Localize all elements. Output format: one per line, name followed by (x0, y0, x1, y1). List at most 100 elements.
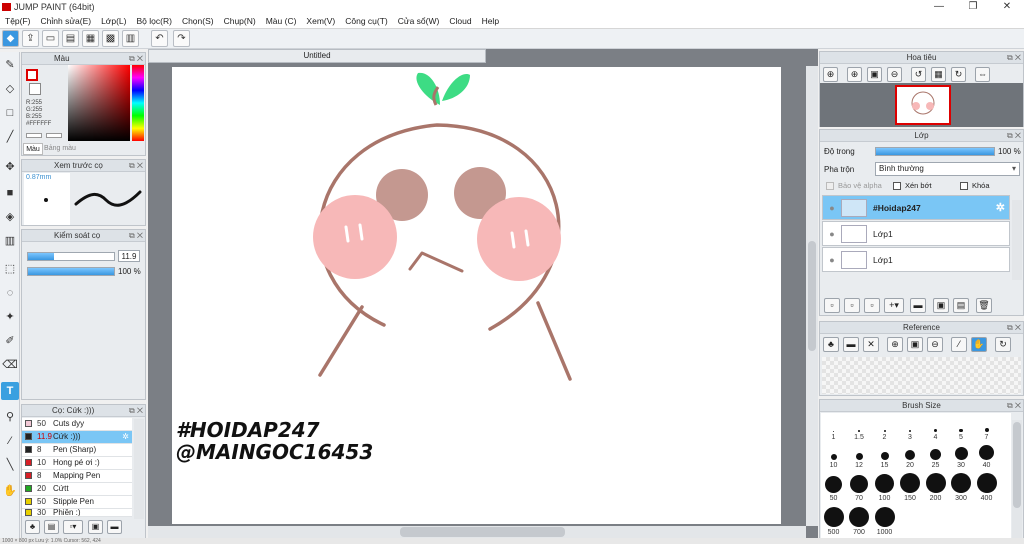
folder-icon[interactable]: ▬ (107, 520, 122, 534)
hand-icon[interactable]: ✋ (971, 337, 987, 352)
flip-icon[interactable]: ⇔ (975, 67, 990, 82)
rotate-right-icon[interactable]: ↻ (951, 67, 966, 82)
bucket-tool-icon[interactable]: ◈ (1, 208, 19, 226)
brush-size-option[interactable]: 4 (923, 414, 948, 441)
layer-folder-icon[interactable]: ▬ (910, 298, 926, 313)
document-tab[interactable]: Untitled (148, 49, 486, 63)
brush-size-option[interactable]: 100 (872, 473, 897, 502)
blend-mode-select[interactable]: Bình thường ▾ (875, 162, 1020, 176)
add-layer-menu-icon[interactable]: +▾ (884, 298, 904, 313)
navigator-viewport[interactable] (895, 85, 951, 125)
brush-size-option[interactable]: 10 (821, 440, 846, 469)
brush-size-option[interactable]: 5 (949, 414, 974, 441)
magic-wand-icon[interactable]: ✦ (1, 308, 19, 326)
text-tool-icon[interactable]: T (1, 382, 19, 400)
zoom-in-icon[interactable]: ⊕ (847, 67, 862, 82)
menu-capture[interactable]: Chụp(N) (219, 14, 261, 28)
brush-size-option[interactable]: 7 (974, 414, 999, 441)
list-item[interactable]: 30 Phiền :) (22, 509, 132, 517)
vertical-scroll-thumb[interactable] (808, 241, 816, 351)
fill-rect-tool-icon[interactable]: ■ (1, 184, 19, 202)
brush-size-option[interactable]: 70 (847, 473, 872, 502)
menu-color[interactable]: Màu (C) (261, 14, 302, 28)
color-mode-button[interactable] (46, 133, 62, 138)
zoom-out-icon[interactable]: ⊖ (927, 337, 943, 352)
panel-options-icon[interactable]: ⧉ ✕ (129, 231, 143, 241)
menu-filter[interactable]: Bộ lọc(R) (132, 14, 177, 28)
list-item[interactable]: 10 Hong pé ơi :) (22, 457, 132, 470)
rotate-left-icon[interactable]: ↺ (911, 67, 926, 82)
brush-size-input[interactable]: 11.9 (118, 250, 140, 262)
new-layer-1bit-icon[interactable]: ▫ (864, 298, 880, 313)
zoom-actual-icon[interactable]: ▣ (867, 67, 882, 82)
brush-size-option[interactable]: 400 (974, 473, 999, 502)
layer-list-scrollbar[interactable] (1012, 200, 1022, 280)
line-tool-icon[interactable]: ╱ (1, 128, 19, 146)
gradient-tool-icon[interactable]: ▥ (1, 232, 19, 250)
list-item[interactable]: 11.9 Cứk :))) ✲ (22, 431, 132, 444)
hue-slider[interactable] (132, 65, 144, 141)
brush-size-option[interactable]: 25 (923, 440, 948, 469)
select-rect-icon[interactable]: ⬚ (1, 260, 19, 278)
export-icon[interactable]: ⇪ (22, 30, 39, 47)
menu-help[interactable]: Help (477, 14, 504, 28)
brush-size-slider[interactable] (27, 252, 115, 261)
brush-size-option[interactable]: 15 (872, 440, 897, 469)
brush-size-option[interactable]: 12 (847, 440, 872, 469)
zoom-fit-icon[interactable]: ⊕ (823, 67, 838, 82)
brush-size-scroll-thumb[interactable] (1013, 422, 1021, 508)
foreground-color-swatch[interactable] (26, 69, 38, 81)
shape-tool-icon[interactable]: □ (1, 104, 19, 122)
duplicate-layer-icon[interactable]: ▣ (933, 298, 949, 313)
panel-options-icon[interactable]: ⧉ ✕ (1007, 323, 1021, 333)
reference-view[interactable] (822, 357, 1021, 394)
brush-size-option[interactable]: 50 (821, 473, 846, 502)
zoom-in-icon[interactable]: ⊕ (887, 337, 903, 352)
list-item[interactable]: 50 Cuts dyy (22, 418, 132, 431)
add-brush-icon[interactable]: ♣ (25, 520, 40, 534)
list-item[interactable]: 8 Pen (Sharp) (22, 444, 132, 457)
brush-size-option[interactable]: 40 (974, 440, 999, 469)
brush-size-option[interactable]: 500 (821, 507, 846, 536)
lasso-tool-icon[interactable]: ◌ (1, 284, 19, 302)
layer-opacity-slider[interactable] (875, 147, 995, 156)
brush-size-option[interactable]: 150 (898, 473, 923, 502)
panel-options-icon[interactable]: ⧉ ✕ (129, 54, 143, 64)
menu-window[interactable]: Cửa sổ(W) (393, 14, 445, 28)
tab-color[interactable]: Màu (23, 143, 43, 155)
close-icon[interactable]: ✕ (863, 337, 879, 352)
undo-icon[interactable]: ↶ (151, 30, 168, 47)
zoom-out-icon[interactable]: ⊖ (887, 67, 902, 82)
brush-tool-icon[interactable]: ✎ (1, 56, 19, 74)
saturation-value-picker[interactable] (68, 65, 130, 141)
background-color-swatch[interactable] (29, 83, 41, 95)
menu-tools[interactable]: Công cụ(T) (340, 14, 393, 28)
zoom-tool-icon[interactable]: ⚲ (1, 408, 19, 426)
gear-icon[interactable]: ✲ (996, 201, 1005, 214)
reset-rotation-icon[interactable]: ▦ (931, 67, 946, 82)
select-eraser-icon[interactable]: ⌫ (1, 356, 19, 374)
lock-checkbox[interactable] (960, 182, 968, 190)
menu-layer[interactable]: Lớp(L) (96, 14, 131, 28)
new-layer-8bit-icon[interactable]: ▫ (844, 298, 860, 313)
brush-opacity-slider[interactable] (27, 267, 115, 276)
list-item[interactable]: 20 Cứtt (22, 483, 132, 496)
visibility-icon[interactable]: ● (823, 229, 841, 239)
brush-size-option[interactable]: 1 (821, 414, 846, 441)
panel-options-icon[interactable]: ⧉ ✕ (1007, 53, 1021, 63)
menu-edit[interactable]: Chỉnh sửa(E) (36, 14, 97, 28)
duplicate-brush-icon[interactable]: ▣ (88, 520, 103, 534)
list-item[interactable]: 8 Mapping Pen (22, 470, 132, 483)
minimize-button[interactable]: — (922, 0, 956, 14)
comment-icon[interactable]: ▭ (42, 30, 59, 47)
move-tool-icon[interactable]: ✥ (1, 158, 19, 176)
table-row[interactable]: ● Lớp1 (822, 221, 1010, 246)
table-row[interactable]: ● Lớp1 (822, 247, 1010, 272)
message-icon[interactable]: ▤ (62, 30, 79, 47)
panel-options-icon[interactable]: ⧉ ✕ (129, 406, 143, 416)
panel-options-icon[interactable]: ⧉ ✕ (1007, 131, 1021, 141)
brush-size-option[interactable]: 700 (847, 507, 872, 536)
drawing-canvas[interactable]: #HOIDAP247 @MAINGOC16453 (172, 67, 781, 524)
menu-view[interactable]: Xem(V) (301, 14, 340, 28)
document-icon[interactable]: ▦ (82, 30, 99, 47)
